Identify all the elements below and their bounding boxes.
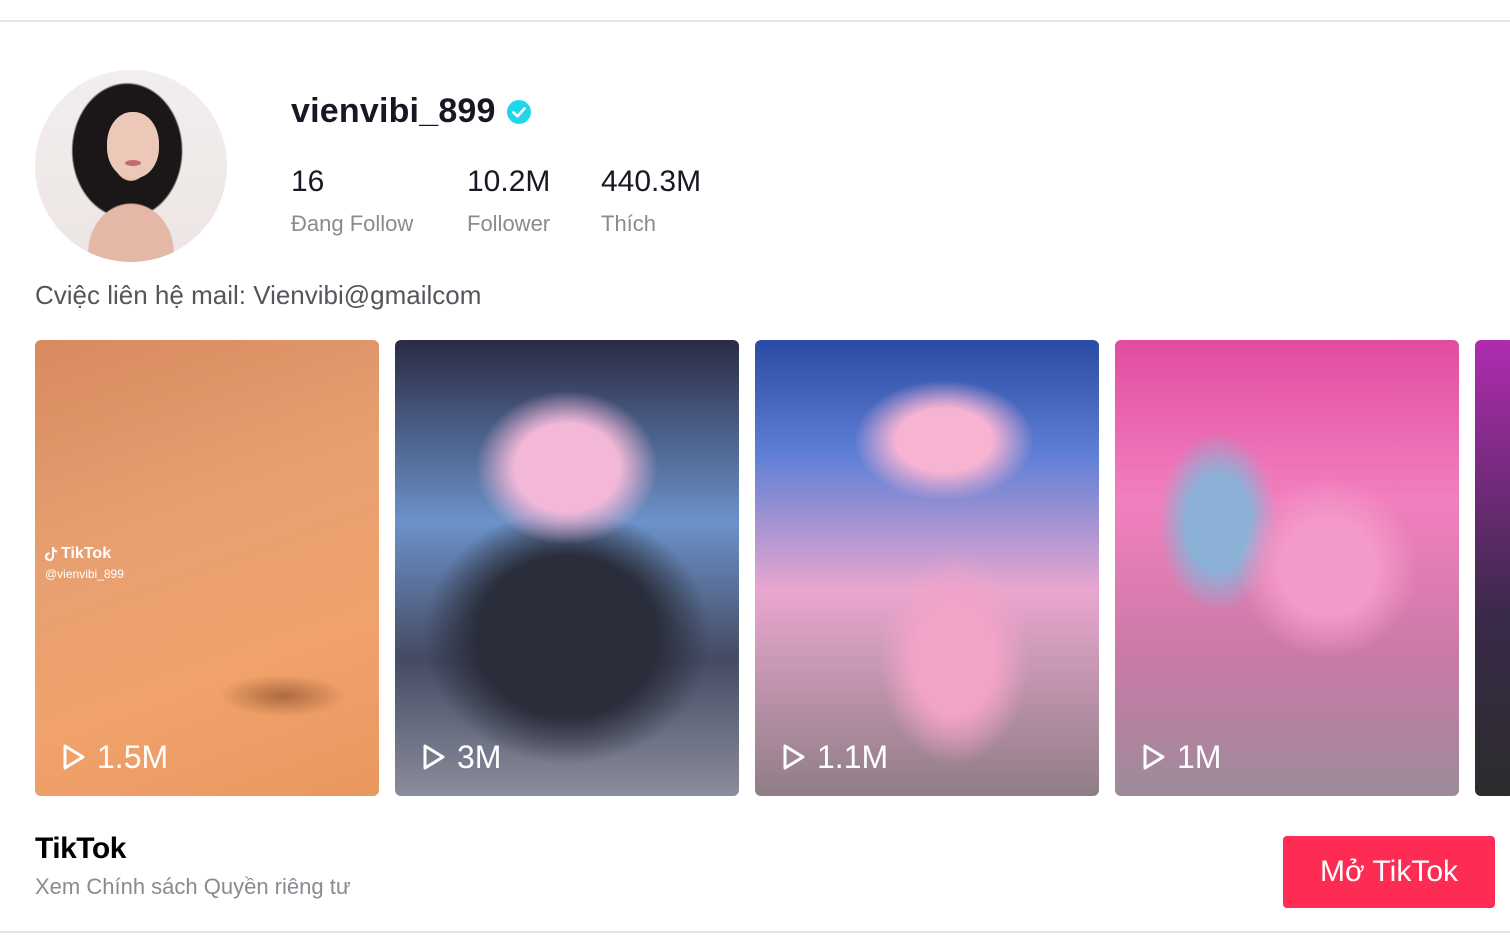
avatar[interactable] (35, 70, 227, 262)
video-playcount: 1M (1141, 740, 1221, 774)
profile-bio: Cviệc liên hệ mail: Vienvibi@gmailcom (35, 280, 482, 310)
stat-following[interactable]: 16 Đang Follow (291, 165, 467, 239)
video-playcount: 1.1M (781, 740, 888, 774)
username-row: vienvibi_899 (291, 92, 532, 131)
stat-likes: 440.3M Thích (601, 165, 701, 239)
avatar-detail (125, 160, 141, 166)
video-card[interactable]: 3M (395, 340, 739, 796)
stat-following-count: 16 (291, 165, 325, 198)
username: vienvibi_899 (291, 92, 496, 130)
stat-following-label: Đang Follow (291, 211, 414, 236)
bottom-divider (0, 931, 1510, 933)
play-icon (423, 744, 445, 770)
play-icon (1143, 744, 1165, 770)
stat-followers-label: Follower (467, 211, 551, 236)
avatar-face (107, 112, 159, 178)
tiktok-note-icon (45, 547, 57, 561)
video-card[interactable]: 1M (1115, 340, 1459, 796)
video-playcount: 1.5M (61, 740, 168, 774)
video-watermark: TikTok @vienvibi_899 (45, 545, 124, 581)
profile-stats: 16 Đang Follow 10.2M Follower 440.3M Thí… (291, 165, 701, 239)
stat-followers-count: 10.2M (467, 165, 551, 198)
stat-likes-count: 440.3M (601, 165, 702, 198)
video-card[interactable]: TikTok @vienvibi_899 1.5M (35, 340, 379, 796)
play-icon (63, 744, 85, 770)
tiktok-logo[interactable]: TikTok (35, 832, 126, 866)
video-grid: TikTok @vienvibi_899 1.5M 3M 1.1M 1M (35, 340, 1510, 796)
video-card[interactable]: 1.1M (755, 340, 1099, 796)
open-tiktok-button[interactable]: Mở TikTok (1283, 836, 1495, 908)
play-icon (783, 744, 805, 770)
video-view-count: 1.1M (817, 739, 889, 775)
video-view-count: 1.5M (97, 739, 169, 775)
privacy-policy-link[interactable]: Xem Chính sách Quyền riêng tư (35, 874, 351, 900)
video-playcount: 3M (421, 740, 501, 774)
video-view-count: 3M (457, 739, 502, 775)
watermark-brand: TikTok (45, 545, 124, 563)
watermark-user: @vienvibi_899 (45, 567, 124, 581)
verified-check-icon (506, 99, 531, 124)
top-divider (0, 20, 1510, 22)
video-view-count: 1M (1177, 739, 1222, 775)
video-card-partial[interactable] (1475, 340, 1510, 796)
stat-likes-label: Thích (601, 211, 657, 236)
stat-followers[interactable]: 10.2M Follower (467, 165, 601, 239)
watermark-brand-text: TikTok (61, 545, 112, 562)
